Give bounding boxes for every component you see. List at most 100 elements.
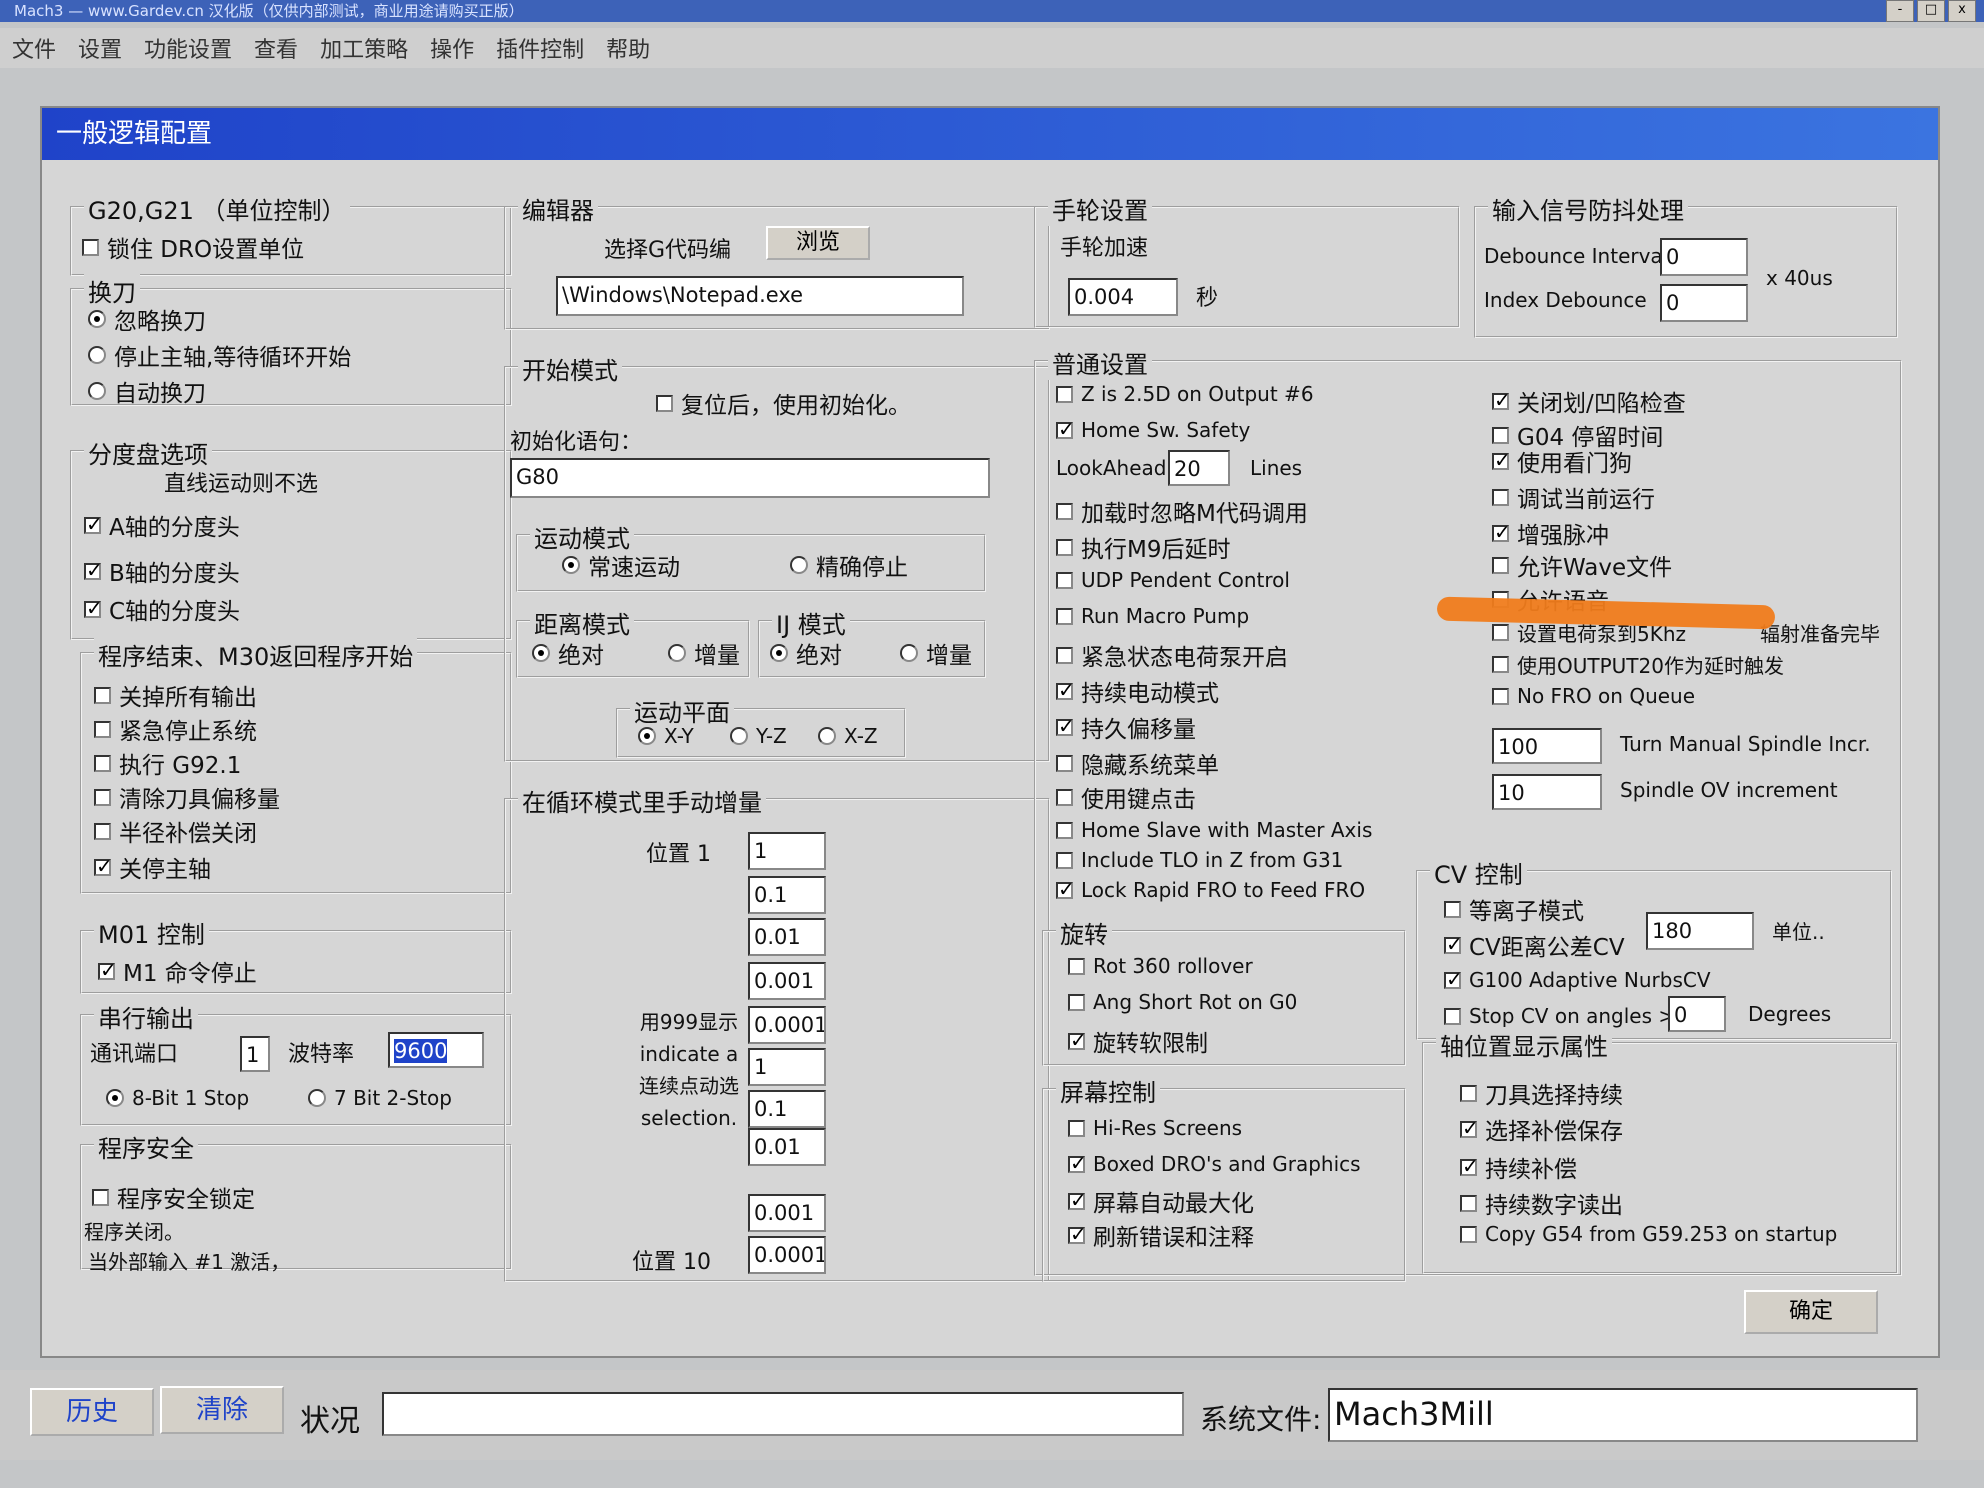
wave-files-box[interactable] bbox=[1492, 556, 1509, 574]
udp-pendant-box[interactable] bbox=[1056, 571, 1073, 589]
hide-menu-box[interactable] bbox=[1056, 754, 1073, 772]
boxed-dro-checkbox[interactable]: Boxed DRO's and Graphics bbox=[1068, 1151, 1361, 1176]
ij-inc-dot[interactable] bbox=[900, 644, 918, 662]
cycle-value-9[interactable]: 0.001 bbox=[748, 1194, 826, 1232]
m1-stop-checkbox[interactable]: M1 命令停止 bbox=[98, 954, 257, 988]
reset-init-box[interactable] bbox=[656, 394, 673, 412]
enhanced-pulse-checkbox[interactable]: 增强脉冲 bbox=[1492, 516, 1609, 550]
hide-menu-checkbox[interactable]: 隐藏系统菜单 bbox=[1056, 746, 1219, 780]
menu-function-config[interactable]: 功能设置 bbox=[144, 32, 232, 64]
tool-select-persist-box[interactable] bbox=[1460, 1084, 1477, 1102]
plane-yz-dot[interactable] bbox=[730, 727, 748, 745]
lookahead-field[interactable]: 20 bbox=[1168, 450, 1230, 486]
macro-pump-checkbox[interactable]: Run Macro Pump bbox=[1056, 604, 1249, 628]
hires-checkbox[interactable]: Hi-Res Screens bbox=[1068, 1116, 1242, 1140]
motion-cv-radio[interactable]: 常速运动 bbox=[562, 548, 680, 582]
include-tlo-checkbox[interactable]: Include TLO in Z from G31 bbox=[1056, 848, 1343, 872]
output20-delay-checkbox[interactable]: 使用OUTPUT20作为延时触发 bbox=[1492, 650, 1784, 679]
distance-abs-radio[interactable]: 绝对 bbox=[532, 636, 604, 670]
gouge-check-box[interactable] bbox=[1492, 388, 1511, 412]
plane-xz-dot[interactable] bbox=[818, 727, 836, 745]
toolchange-ignore-radio[interactable]: 忽略换刀 bbox=[88, 302, 206, 336]
prog-end-g921-checkbox[interactable]: 执行 G92.1 bbox=[94, 746, 241, 780]
serial-7bit-radio[interactable]: 7 Bit 2-Stop bbox=[308, 1086, 452, 1110]
home-slave-box[interactable] bbox=[1056, 821, 1073, 839]
menu-operator[interactable]: 操作 bbox=[430, 32, 474, 64]
persist-jog-box[interactable] bbox=[1056, 678, 1075, 702]
lock-rapid-fro-checkbox[interactable]: Lock Rapid FRO to Feed FRO bbox=[1056, 877, 1365, 902]
serial-8bit-radio[interactable]: 8-Bit 1 Stop bbox=[106, 1086, 249, 1110]
tool-select-persist-checkbox[interactable]: 刀具选择持续 bbox=[1460, 1076, 1623, 1110]
home-slave-checkbox[interactable]: Home Slave with Master Axis bbox=[1056, 818, 1372, 842]
watchdog-checkbox[interactable]: 使用看门狗 bbox=[1492, 444, 1632, 478]
distance-abs-dot[interactable] bbox=[532, 644, 550, 662]
no-fro-queue-box[interactable] bbox=[1492, 687, 1509, 705]
offset-save-checkbox[interactable]: 选择补偿保存 bbox=[1460, 1112, 1623, 1146]
indexer-b-box[interactable] bbox=[84, 558, 103, 582]
debug-run-checkbox[interactable]: 调试当前运行 bbox=[1492, 480, 1655, 514]
motion-exact-radio[interactable]: 精确停止 bbox=[790, 548, 908, 582]
prog-end-estop-box[interactable] bbox=[94, 720, 111, 738]
serial-port-field[interactable]: 1 bbox=[240, 1036, 270, 1072]
z25d-box[interactable] bbox=[1056, 385, 1073, 403]
persist-dro-checkbox[interactable]: 持续数字读出 bbox=[1460, 1186, 1623, 1220]
include-tlo-box[interactable] bbox=[1056, 851, 1073, 869]
toolchange-stop-radio[interactable]: 停止主轴,等待循环开始 bbox=[88, 338, 351, 372]
ang-short-rot-checkbox[interactable]: Ang Short Rot on G0 bbox=[1068, 990, 1297, 1014]
no-fro-queue-checkbox[interactable]: No FRO on Queue bbox=[1492, 684, 1695, 708]
plane-xy-dot[interactable] bbox=[638, 727, 656, 745]
editor-path-field[interactable]: \Windows\Notepad.exe bbox=[556, 276, 964, 316]
watchdog-box[interactable] bbox=[1492, 448, 1511, 472]
cycle-value-1[interactable]: 1 bbox=[748, 832, 826, 870]
cycle-value-3[interactable]: 0.01 bbox=[748, 918, 826, 956]
indexer-c-box[interactable] bbox=[84, 596, 103, 620]
debug-run-box[interactable] bbox=[1492, 488, 1509, 506]
macro-pump-box[interactable] bbox=[1056, 607, 1073, 625]
menu-view[interactable]: 查看 bbox=[254, 32, 298, 64]
refresh-errors-checkbox[interactable]: 刷新错误和注释 bbox=[1068, 1218, 1254, 1252]
persist-jog-checkbox[interactable]: 持续电动模式 bbox=[1056, 674, 1219, 708]
minimize-button[interactable]: - bbox=[1886, 0, 1914, 22]
prog-end-radius-checkbox[interactable]: 半径补偿关闭 bbox=[94, 814, 257, 848]
prog-end-radius-box[interactable] bbox=[94, 822, 111, 840]
lock-rapid-fro-box[interactable] bbox=[1056, 877, 1075, 901]
ij-abs-dot[interactable] bbox=[770, 644, 788, 662]
init-field[interactable]: G80 bbox=[510, 458, 990, 498]
cycle-value-10[interactable]: 0.0001 bbox=[748, 1236, 826, 1274]
estop-charge-pump-box[interactable] bbox=[1056, 646, 1073, 664]
copy-g54-checkbox[interactable]: Copy G54 from G59.253 on startup bbox=[1460, 1222, 1837, 1246]
rot360-box[interactable] bbox=[1068, 957, 1085, 975]
serial-7bit-dot[interactable] bbox=[308, 1089, 326, 1107]
rot-soft-limit-checkbox[interactable]: 旋转软限制 bbox=[1068, 1024, 1208, 1058]
plane-xy-radio[interactable]: X-Y bbox=[638, 724, 694, 748]
spindle-ov-field[interactable]: 10 bbox=[1492, 774, 1602, 810]
prog-end-g921-box[interactable] bbox=[94, 754, 111, 772]
z25d-checkbox[interactable]: Z is 2.5D on Output #6 bbox=[1056, 382, 1314, 406]
cycle-value-2[interactable]: 0.1 bbox=[748, 876, 826, 914]
m1-stop-box[interactable] bbox=[98, 958, 117, 982]
key-clicks-box[interactable] bbox=[1056, 788, 1073, 806]
key-clicks-checkbox[interactable]: 使用键点击 bbox=[1056, 780, 1196, 814]
stop-cv-angle-field[interactable]: 0 bbox=[1668, 996, 1726, 1032]
prog-end-outputs-box[interactable] bbox=[94, 686, 111, 704]
cycle-value-5[interactable]: 0.0001 bbox=[748, 1006, 826, 1044]
indexer-a-checkbox[interactable]: A轴的分度头 bbox=[84, 508, 240, 542]
toolchange-ignore-dot[interactable] bbox=[88, 310, 106, 328]
plasma-mode-checkbox[interactable]: 等离子模式 bbox=[1444, 892, 1584, 926]
serial-8bit-dot[interactable] bbox=[106, 1089, 124, 1107]
prog-end-estop-checkbox[interactable]: 紧急停止系统 bbox=[94, 712, 257, 746]
g100-nurbs-checkbox[interactable]: G100 Adaptive NurbsCV bbox=[1444, 967, 1711, 992]
g100-nurbs-box[interactable] bbox=[1444, 967, 1463, 991]
distance-inc-radio[interactable]: 增量 bbox=[668, 636, 740, 670]
plasma-mode-box[interactable] bbox=[1444, 900, 1461, 918]
reset-init-checkbox[interactable]: 复位后，使用初始化。 bbox=[656, 386, 911, 420]
ij-abs-radio[interactable]: 绝对 bbox=[770, 636, 842, 670]
plane-xz-radio[interactable]: X-Z bbox=[818, 724, 878, 748]
plane-yz-radio[interactable]: Y-Z bbox=[730, 724, 787, 748]
menu-wizards[interactable]: 加工策略 bbox=[320, 32, 408, 64]
rot-soft-limit-box[interactable] bbox=[1068, 1028, 1087, 1052]
lock-dro-box[interactable] bbox=[82, 238, 99, 256]
prog-end-tool-offset-checkbox[interactable]: 清除刀具偏移量 bbox=[94, 780, 280, 814]
home-safety-checkbox[interactable]: Home Sw. Safety bbox=[1056, 417, 1250, 442]
cycle-value-4[interactable]: 0.001 bbox=[748, 962, 826, 1000]
